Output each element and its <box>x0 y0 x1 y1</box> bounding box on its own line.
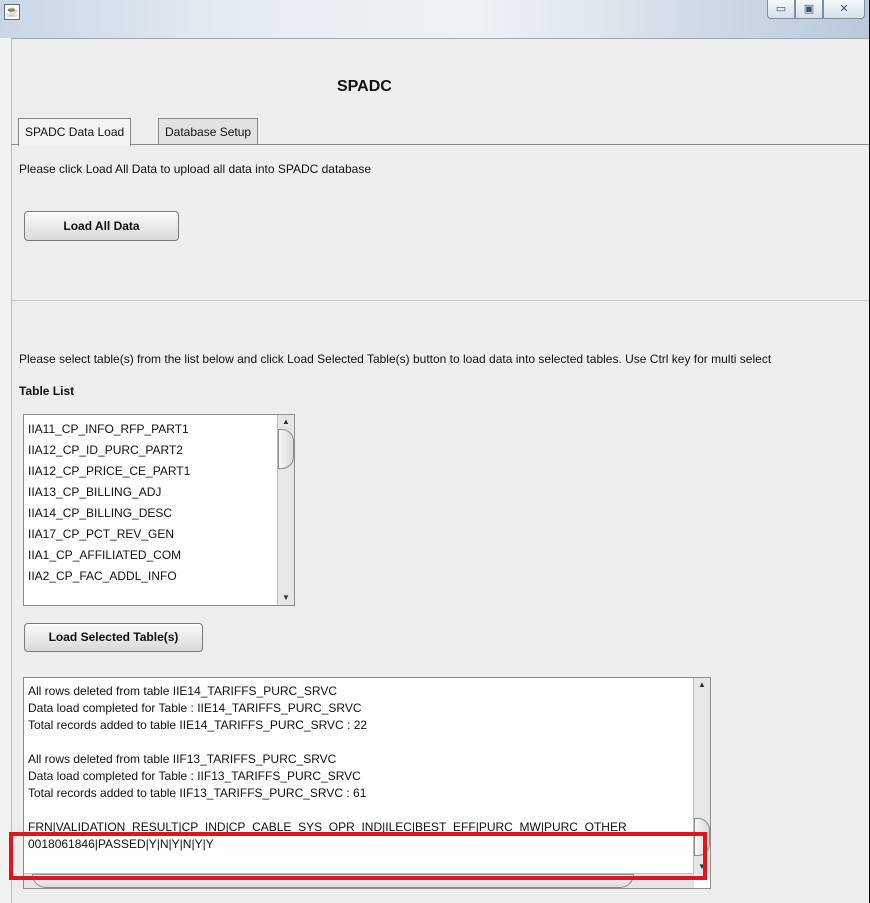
tab-database-setup[interactable]: Database Setup <box>158 118 259 145</box>
app-window: ☕ ▭ ▣ ✕ SPADC SPADC Data Load Database S… <box>0 0 869 903</box>
log-line: Data load completed for Table : IIE14_TA… <box>28 701 362 715</box>
maximize-icon[interactable]: ▣ <box>795 0 823 19</box>
load-all-data-button[interactable]: Load All Data <box>24 211 179 241</box>
window-left-border <box>0 38 12 903</box>
list-item[interactable]: IIA12_CP_PRICE_CE_PART1 <box>28 461 190 482</box>
close-icon[interactable]: ✕ <box>823 0 865 19</box>
load-all-instruction: Please click Load All Data to upload all… <box>19 162 371 176</box>
scroll-thumb[interactable] <box>278 429 294 469</box>
table-list[interactable]: IIA11_CP_INFO_RFP_PART1 IIA12_CP_ID_PURC… <box>23 414 295 606</box>
section-divider <box>11 300 869 301</box>
list-item[interactable]: IIA14_CP_BILLING_DESC <box>28 503 190 524</box>
scroll-up-icon[interactable]: ▲ <box>278 415 294 429</box>
log-line: Total records added to table IIE14_TARIF… <box>28 718 368 732</box>
tab-spadc-data-load[interactable]: SPADC Data Load <box>18 118 132 146</box>
table-list-label: Table List <box>19 384 75 398</box>
list-item[interactable]: IIA17_CP_PCT_REV_GEN <box>28 524 190 545</box>
list-item[interactable]: IIA11_CP_INFO_RFP_PART1 <box>28 419 190 440</box>
log-line: Total records added to table IIF13_TARIF… <box>28 786 367 800</box>
title-bar: ☕ ▭ ▣ ✕ <box>0 0 869 39</box>
tab-divider <box>11 144 869 145</box>
table-instruction: Please select table(s) from the list bel… <box>19 352 772 366</box>
list-item[interactable]: IIA13_CP_BILLING_ADJ <box>28 482 190 503</box>
load-selected-tables-button[interactable]: Load Selected Table(s) <box>24 623 203 652</box>
page-title: SPADC <box>337 78 392 95</box>
scroll-down-icon[interactable]: ▼ <box>278 591 294 605</box>
log-line: All rows deleted from table IIE14_TARIFF… <box>28 684 338 698</box>
minimize-icon[interactable]: ▭ <box>767 0 795 19</box>
list-item[interactable]: IIA12_CP_ID_PURC_PART2 <box>28 440 190 461</box>
table-list-scrollbar[interactable]: ▲ ▼ <box>277 415 294 605</box>
window-controls: ▭ ▣ ✕ <box>767 0 865 20</box>
log-line: Data load completed for Table : IIF13_TA… <box>28 769 361 783</box>
java-icon: ☕ <box>4 4 20 20</box>
scroll-up-icon[interactable]: ▲ <box>694 678 710 692</box>
highlight-annotation <box>9 832 707 880</box>
list-item[interactable]: IIA2_CP_FAC_ADDL_INFO <box>28 566 190 587</box>
log-line: All rows deleted from table IIF13_TARIFF… <box>28 752 337 766</box>
list-item[interactable]: IIA1_CP_AFFILIATED_COM <box>28 545 190 566</box>
